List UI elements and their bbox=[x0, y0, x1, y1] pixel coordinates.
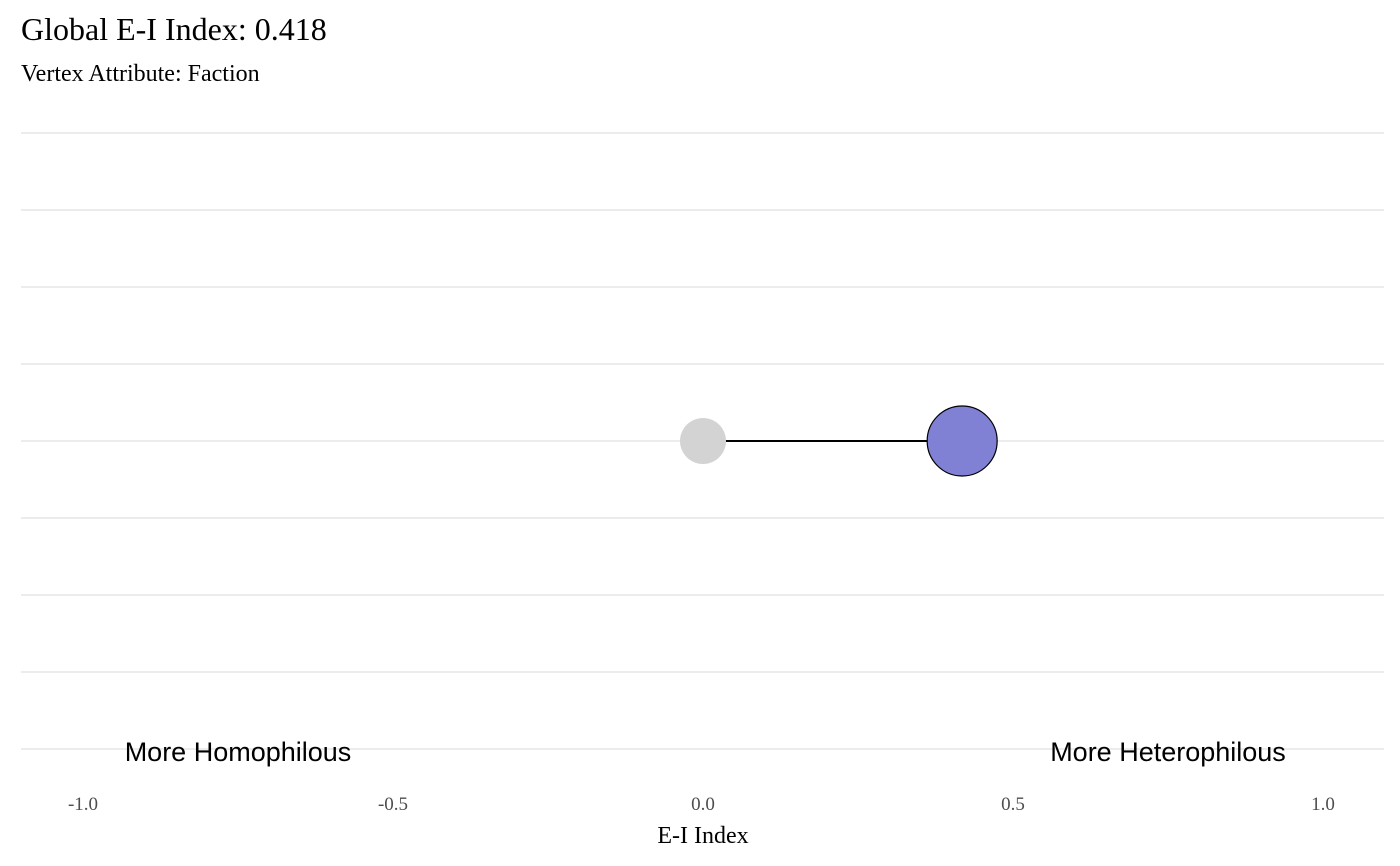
x-tick-label-2: 0.0 bbox=[691, 794, 715, 815]
annotation-homophilous: More Homophilous bbox=[125, 737, 352, 767]
chart-subtitle: Vertex Attribute: Faction bbox=[21, 61, 260, 87]
annotations: More Homophilous More Heterophilous bbox=[125, 737, 1286, 767]
x-tick-label-4: 1.0 bbox=[1311, 794, 1335, 815]
x-tick-label-1: -0.5 bbox=[378, 794, 408, 815]
chart-title: Global E-I Index: 0.418 bbox=[21, 11, 327, 47]
point-reference bbox=[680, 418, 726, 464]
x-tick-label-3: 0.5 bbox=[1001, 794, 1025, 815]
x-tick-label-0: -1.0 bbox=[68, 794, 98, 815]
ei-index-chart: Global E-I Index: 0.418 Vertex Attribute… bbox=[21, 11, 1384, 849]
annotation-heterophilous: More Heterophilous bbox=[1050, 737, 1286, 767]
x-axis-title: E-I Index bbox=[657, 823, 748, 849]
x-axis-ticks: -1.0 -0.5 0.0 0.5 1.0 bbox=[68, 794, 1335, 815]
data-marks bbox=[680, 405, 998, 477]
point-global-ei bbox=[926, 405, 998, 477]
